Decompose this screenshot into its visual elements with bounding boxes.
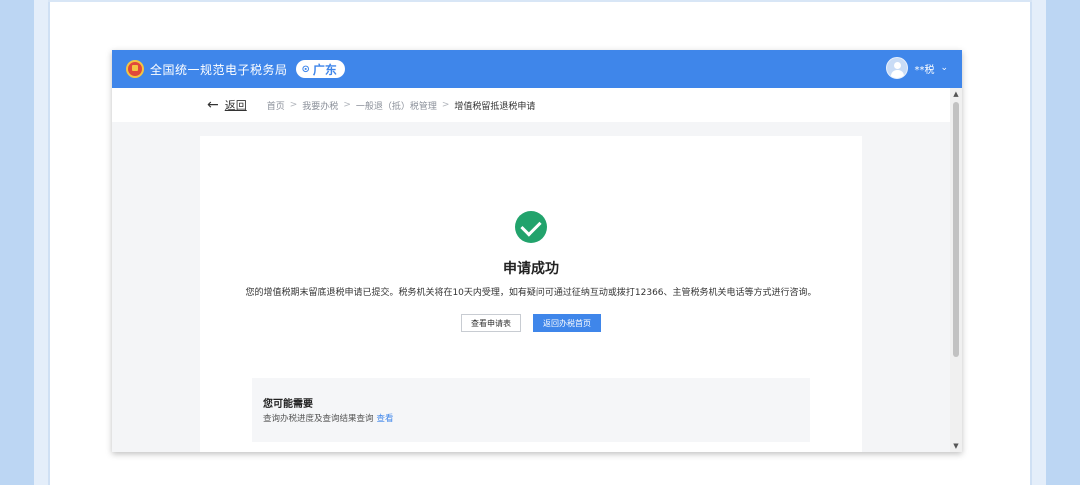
user-name: **税 xyxy=(914,64,935,76)
scroll-down-icon[interactable]: ▼ xyxy=(950,442,962,450)
page-frame-right-inner xyxy=(1032,0,1046,485)
suggestion-item: 查询办税进度及查询结果查询 查看 xyxy=(263,412,394,424)
result-card: 申请成功 您的增值税期末留底退税申请已提交。税务机关将在10天内受理，如有疑问可… xyxy=(200,136,862,452)
page-frame-left xyxy=(0,0,34,485)
page-top-divider xyxy=(48,0,1032,2)
browser-window: 全国统一规范电子税务局 ⊙ 广东 **税 ⌄ ← 返回 首页 > 我要办税 > … xyxy=(112,50,962,452)
page-frame-left-inner xyxy=(34,0,48,485)
breadcrumb-current: 增值税留抵退税申请 xyxy=(454,101,536,112)
breadcrumb-tax-handling[interactable]: 我要办税 xyxy=(302,99,338,112)
back-arrow-icon[interactable]: ← xyxy=(207,97,219,113)
location-pin-icon: ⊙ xyxy=(301,63,310,75)
breadcrumb-refund-management[interactable]: 一般退（抵）税管理 xyxy=(356,99,437,112)
region-label: 广东 xyxy=(312,62,337,77)
page-frame-right xyxy=(1046,0,1080,485)
suggestion-title: 您可能需要 xyxy=(263,399,313,410)
action-buttons: 查看申请表 返回办税首页 xyxy=(200,314,862,332)
back-home-button[interactable]: 返回办税首页 xyxy=(533,314,601,332)
breadcrumb-bar: ← 返回 首页 > 我要办税 > 一般退（抵）税管理 > 增值税留抵退税申请 xyxy=(112,88,950,122)
breadcrumb-separator: > xyxy=(441,100,450,110)
check-circle-icon xyxy=(515,211,547,243)
site-header: 全国统一规范电子税务局 ⊙ 广东 **税 ⌄ xyxy=(112,50,962,88)
suggestion-item-text: 查询办税进度及查询结果查询 xyxy=(263,414,374,424)
suggestion-panel: 您可能需要 查询办税进度及查询结果查询 查看 xyxy=(252,378,810,442)
back-link[interactable]: 返回 xyxy=(225,97,247,113)
avatar xyxy=(886,57,909,79)
site-title: 全国统一规范电子税务局 xyxy=(150,62,288,77)
breadcrumb-home[interactable]: 首页 xyxy=(267,99,285,112)
breadcrumb-separator: > xyxy=(343,100,351,110)
breadcrumb-separator: > xyxy=(289,100,298,110)
region-selector[interactable]: ⊙ 广东 xyxy=(295,60,345,78)
view-form-button[interactable]: 查看申请表 xyxy=(461,314,521,332)
chevron-down-icon: ⌄ xyxy=(940,63,948,73)
result-description: 您的增值税期末留底退税申请已提交。税务机关将在10天内受理，如有疑问可通过征纳互… xyxy=(245,288,817,298)
result-title: 申请成功 xyxy=(503,261,559,277)
breadcrumb: 首页 > 我要办税 > 一般退（抵）税管理 > 增值税留抵退税申请 xyxy=(267,99,536,112)
scroll-thumb[interactable] xyxy=(953,102,959,357)
view-progress-link[interactable]: 查看 xyxy=(377,414,394,424)
scroll-up-icon[interactable]: ▲ xyxy=(950,90,962,98)
tax-emblem-icon xyxy=(126,60,144,78)
user-menu[interactable]: **税 ⌄ xyxy=(886,57,948,79)
vertical-scrollbar[interactable]: ▲ ▼ xyxy=(950,88,962,452)
